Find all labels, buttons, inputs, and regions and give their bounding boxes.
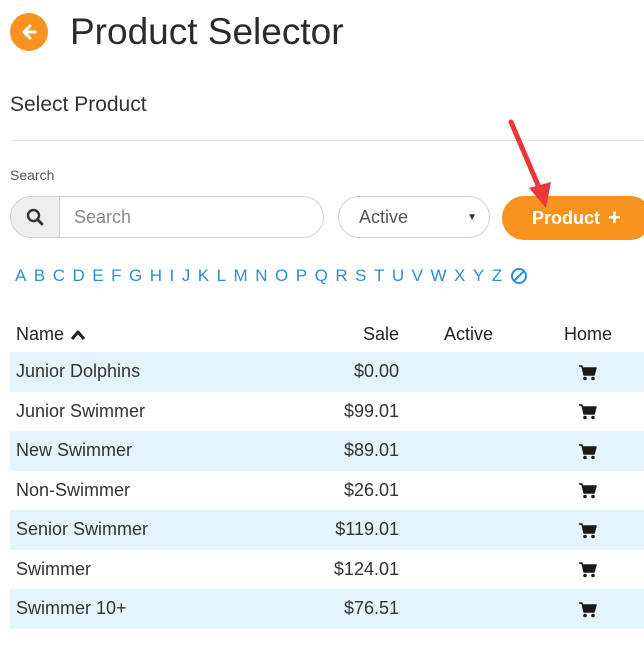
sale-column-header[interactable]: Sale xyxy=(273,316,405,352)
status-select-value: Active xyxy=(359,206,409,227)
home-column-header[interactable]: Home xyxy=(532,316,644,352)
caret-down-icon: ▼ xyxy=(467,212,477,223)
table-row[interactable]: Swimmer 10+ $76.51 xyxy=(10,589,644,629)
product-sale: $26.01 xyxy=(343,479,399,500)
alphabet-letter-z[interactable]: Z xyxy=(492,266,502,286)
alphabet-letter-n[interactable]: N xyxy=(255,266,267,286)
table-row[interactable]: Senior Swimmer $119.01 xyxy=(10,510,644,550)
product-home xyxy=(532,510,644,550)
product-name[interactable]: Swimmer 10+ xyxy=(10,589,273,629)
product-active xyxy=(405,589,532,629)
product-name[interactable]: Junior Dolphins xyxy=(10,352,273,392)
product-home xyxy=(532,431,644,471)
plus-icon: + xyxy=(608,205,621,230)
product-name[interactable]: Swimmer xyxy=(10,550,273,590)
name-column-label: Name xyxy=(16,323,65,344)
product-name[interactable]: Non-Swimmer xyxy=(10,471,273,511)
product-home xyxy=(532,471,644,511)
alphabet-filter: ABCDEFGHIJKLMNOPQRSTUVWXYZ xyxy=(15,266,528,286)
clear-filter-icon[interactable] xyxy=(510,267,528,285)
alphabet-letter-w[interactable]: W xyxy=(430,266,446,286)
cart-icon[interactable] xyxy=(579,404,597,420)
alphabet-letter-y[interactable]: Y xyxy=(473,266,484,286)
product-sale: $89.01 xyxy=(343,440,399,461)
search-input[interactable] xyxy=(60,197,323,237)
status-select[interactable]: Active ▼ xyxy=(338,196,490,238)
cart-icon[interactable] xyxy=(579,601,597,618)
product-sale: $119.01 xyxy=(335,519,399,540)
chevron-up-icon xyxy=(70,330,86,340)
alphabet-letter-g[interactable]: G xyxy=(129,266,142,286)
product-sale: $0.00 xyxy=(353,361,399,382)
product-sale: $76.51 xyxy=(343,598,399,619)
alphabet-letter-d[interactable]: D xyxy=(72,266,84,286)
product-active xyxy=(405,550,532,590)
product-home xyxy=(532,589,644,629)
page-title: Product Selector xyxy=(70,11,344,52)
product-active xyxy=(405,392,532,432)
product-sale: $99.01 xyxy=(343,400,399,421)
alphabet-letter-x[interactable]: X xyxy=(454,266,465,286)
product-active xyxy=(405,471,532,511)
alphabet-letter-a[interactable]: A xyxy=(15,266,26,286)
alphabet-letter-u[interactable]: U xyxy=(392,266,404,286)
cart-icon[interactable] xyxy=(579,562,597,578)
table-row[interactable]: Non-Swimmer $26.01 xyxy=(10,471,644,511)
alphabet-letter-r[interactable]: R xyxy=(335,266,347,286)
alphabet-letter-j[interactable]: J xyxy=(182,266,191,286)
product-home xyxy=(532,352,644,392)
search-group xyxy=(10,196,324,238)
product-home xyxy=(532,392,644,432)
cart-icon[interactable] xyxy=(579,483,597,499)
alphabet-letter-b[interactable]: B xyxy=(34,266,45,286)
table-header-row: Name Sale Active Home xyxy=(10,316,644,352)
search-label: Search xyxy=(10,167,55,183)
search-icon xyxy=(26,208,44,226)
cart-icon[interactable] xyxy=(579,364,597,381)
alphabet-letter-t[interactable]: T xyxy=(374,266,384,286)
product-active xyxy=(405,510,532,550)
alphabet-letter-c[interactable]: C xyxy=(53,266,65,286)
product-name[interactable]: Senior Swimmer xyxy=(10,510,273,550)
alphabet-letter-i[interactable]: I xyxy=(170,266,175,286)
name-column-header[interactable]: Name xyxy=(10,316,273,352)
cart-icon[interactable] xyxy=(579,522,597,539)
alphabet-letter-o[interactable]: O xyxy=(275,266,288,286)
product-sale: $124.01 xyxy=(333,558,399,579)
table-row[interactable]: New Swimmer $89.01 xyxy=(10,431,644,471)
product-home xyxy=(532,550,644,590)
alphabet-letter-s[interactable]: S xyxy=(355,266,366,286)
page-header: Product Selector xyxy=(10,10,344,54)
product-name[interactable]: Junior Swimmer xyxy=(10,392,273,432)
table-row[interactable]: Junior Swimmer $99.01 xyxy=(10,392,644,432)
annotation-arrow-icon xyxy=(508,119,551,208)
back-button[interactable] xyxy=(10,13,48,51)
alphabet-letter-e[interactable]: E xyxy=(92,266,103,286)
section-title: Select Product xyxy=(10,93,147,116)
cart-icon[interactable] xyxy=(579,443,597,460)
table-row[interactable]: Junior Dolphins $0.00 xyxy=(10,352,644,392)
search-button[interactable] xyxy=(11,197,60,237)
product-name[interactable]: New Swimmer xyxy=(10,431,273,471)
alphabet-letter-p[interactable]: P xyxy=(296,266,307,286)
product-active xyxy=(405,352,532,392)
products-table: Name Sale Active Home Junior Dolphins $0.… xyxy=(10,316,644,629)
alphabet-letter-v[interactable]: V xyxy=(412,266,423,286)
active-column-header[interactable]: Active xyxy=(405,316,532,352)
alphabet-letter-h[interactable]: H xyxy=(150,266,162,286)
alphabet-letter-k[interactable]: K xyxy=(198,266,209,286)
product-active xyxy=(405,431,532,471)
table-row[interactable]: Swimmer $124.01 xyxy=(10,550,644,590)
alphabet-letter-l[interactable]: L xyxy=(217,266,226,286)
alphabet-letter-q[interactable]: Q xyxy=(315,266,328,286)
arrow-left-icon xyxy=(22,24,37,40)
alphabet-letter-m[interactable]: M xyxy=(234,266,248,286)
alphabet-letter-f[interactable]: F xyxy=(111,266,121,286)
